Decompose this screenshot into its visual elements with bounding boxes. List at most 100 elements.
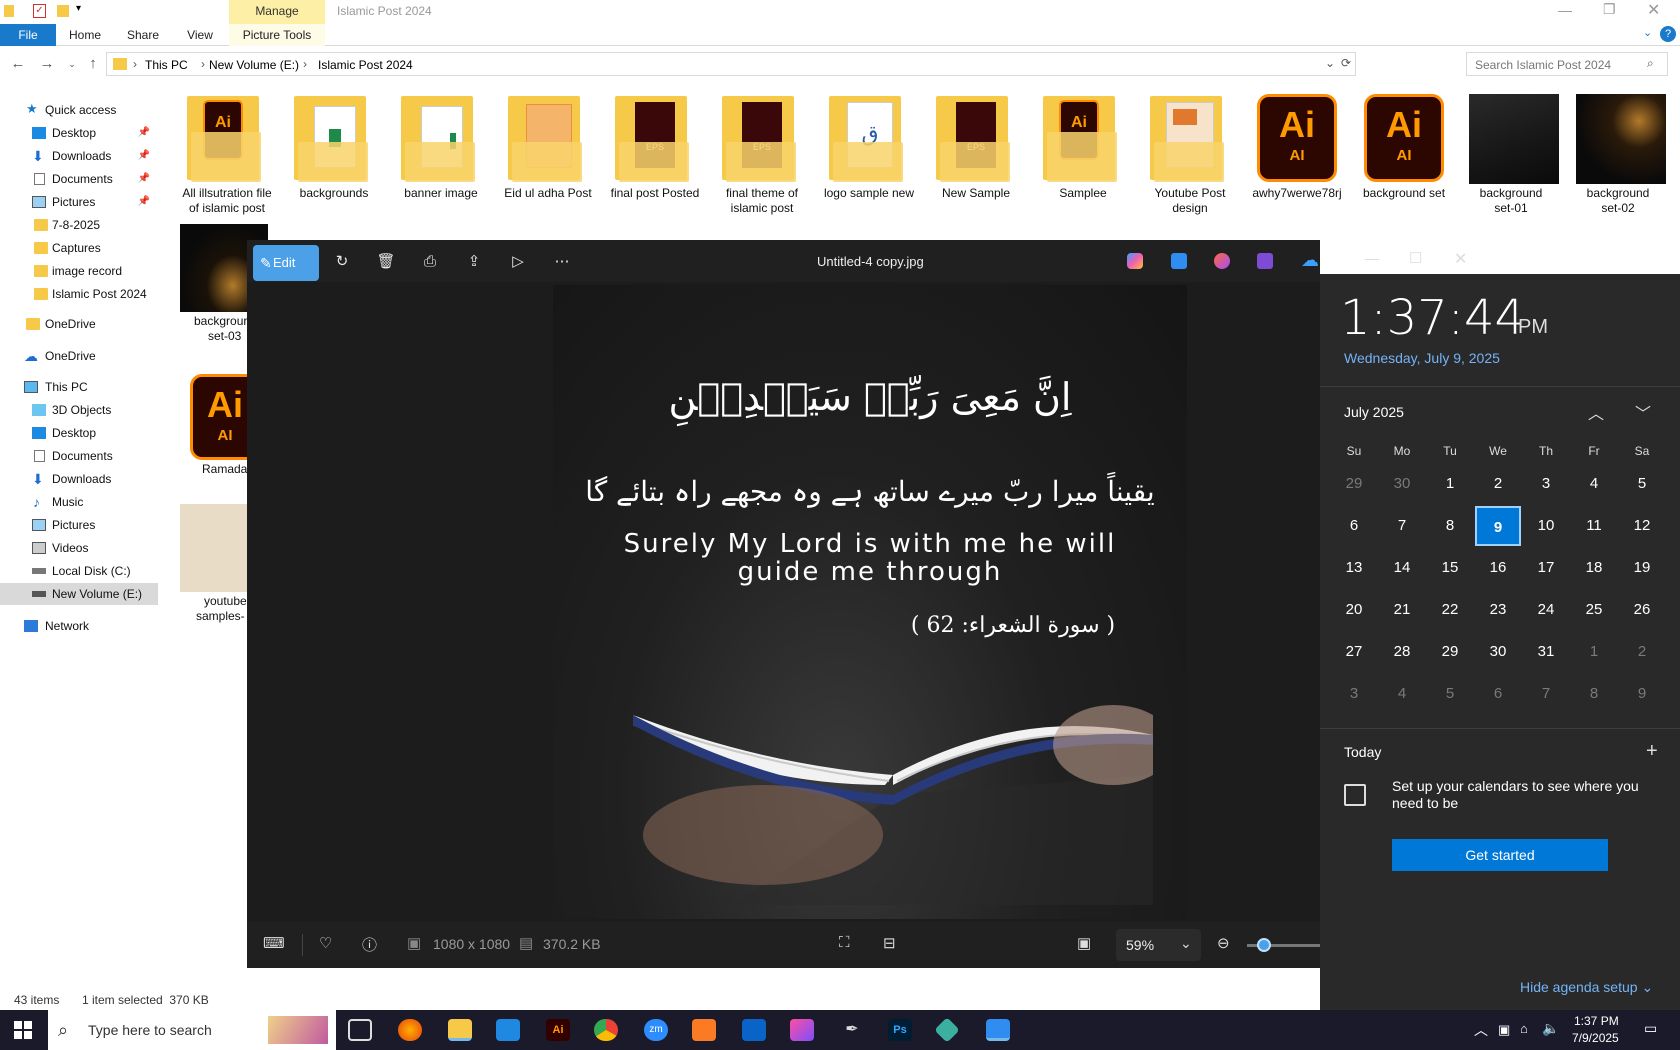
calendar-day[interactable]: 13 bbox=[1331, 548, 1377, 588]
calendar-day[interactable]: 31 bbox=[1523, 632, 1569, 672]
notification-icon[interactable]: ▭ bbox=[1644, 1020, 1657, 1037]
calendar-day[interactable]: 16 bbox=[1475, 548, 1521, 588]
calendar-day[interactable]: 30 bbox=[1475, 632, 1521, 672]
calendar-day[interactable]: 20 bbox=[1331, 590, 1377, 630]
sidebar-item-onedrive[interactable]: ☁ OneDrive bbox=[0, 345, 158, 367]
photos-app-icon[interactable] bbox=[986, 1019, 1010, 1041]
clock-time[interactable]: 1:37 PM bbox=[1574, 1014, 1619, 1028]
text-extract-icon[interactable]: ⊟ bbox=[883, 934, 896, 952]
xampp-icon[interactable] bbox=[692, 1019, 716, 1041]
month-label[interactable]: July 2025 bbox=[1344, 404, 1404, 420]
calendar-day[interactable]: 22 bbox=[1427, 590, 1473, 630]
sidebar-item-pc-documents[interactable]: Documents bbox=[0, 445, 158, 467]
calendar-day[interactable]: 25 bbox=[1571, 590, 1617, 630]
file-tile[interactable]: Youtube Post design bbox=[1138, 92, 1242, 216]
file-tile[interactable]: Ai AI background set bbox=[1352, 92, 1456, 201]
outlook-icon[interactable] bbox=[742, 1019, 766, 1041]
calendar-day[interactable]: 7 bbox=[1523, 674, 1569, 714]
edit-button[interactable]: ✎ Edit bbox=[253, 245, 319, 281]
maximize-button[interactable]: ☐ bbox=[1409, 249, 1422, 267]
delete-icon[interactable]: 🗑 bbox=[370, 246, 402, 278]
info-icon[interactable]: ⓘ bbox=[362, 934, 377, 955]
fit-to-window-icon[interactable]: ▣ bbox=[1077, 934, 1091, 952]
minimize-button[interactable]: — bbox=[1365, 250, 1379, 266]
sidebar-item-this-pc[interactable]: This PC bbox=[0, 376, 158, 398]
favorite-icon[interactable]: ♡ bbox=[319, 934, 332, 952]
file-tile[interactable]: EPS final theme of islamic post bbox=[710, 92, 814, 216]
calendar-day[interactable]: 30 bbox=[1379, 464, 1425, 504]
zoom-slider[interactable] bbox=[1247, 938, 1320, 952]
slideshow-icon[interactable]: ▷ bbox=[502, 246, 534, 278]
search-box[interactable]: Search Islamic Post 2024 ⌕ bbox=[1466, 52, 1668, 76]
file-tile[interactable]: banner image bbox=[389, 92, 493, 201]
creative-cloud-icon[interactable] bbox=[790, 1019, 814, 1041]
file-tile[interactable]: Ai Samplee bbox=[1031, 92, 1135, 201]
sidebar-item-network[interactable]: Network bbox=[0, 615, 158, 637]
file-tile[interactable]: background set-01 bbox=[1459, 92, 1563, 216]
sidebar-item-image-record[interactable]: image record bbox=[0, 260, 158, 282]
get-started-button[interactable]: Get started bbox=[1392, 839, 1608, 871]
tab-share[interactable]: Share bbox=[118, 24, 168, 46]
copilot-icon[interactable] bbox=[1127, 253, 1143, 269]
calendar-day[interactable]: 23 bbox=[1475, 590, 1521, 630]
more-icon[interactable]: ⋯ bbox=[546, 246, 578, 278]
rotate-icon[interactable]: ↻ bbox=[326, 246, 358, 278]
illustrator-icon[interactable]: Ai bbox=[546, 1019, 570, 1041]
file-tile[interactable]: EPS final post Posted bbox=[603, 92, 707, 201]
clock-date[interactable]: 7/9/2025 bbox=[1572, 1031, 1619, 1045]
add-event-icon[interactable]: + bbox=[1646, 740, 1658, 763]
sidebar-item-pictures[interactable]: Pictures 📌 bbox=[0, 191, 158, 213]
filmstrip-icon[interactable]: ⌨ bbox=[263, 934, 285, 952]
sidebar-item-new-volume[interactable]: New Volume (E:) bbox=[0, 583, 158, 605]
calendar-day[interactable]: 19 bbox=[1619, 548, 1665, 588]
sidebar-item-pc-downloads[interactable]: ⬇ Downloads bbox=[0, 468, 158, 490]
designer-icon[interactable] bbox=[1171, 253, 1187, 269]
volume-icon[interactable]: 🔈 bbox=[1542, 1020, 1559, 1037]
calendar-day[interactable]: 21 bbox=[1379, 590, 1425, 630]
hide-agenda-link[interactable]: Hide agenda setup ⌄ bbox=[1520, 979, 1653, 996]
sidebar-item-3d-objects[interactable]: 3D Objects bbox=[0, 399, 158, 421]
calendar-day[interactable]: 18 bbox=[1571, 548, 1617, 588]
file-tile[interactable]: youtube samples- bbox=[178, 502, 248, 624]
sidebar-item-videos[interactable]: Videos bbox=[0, 537, 158, 559]
tab-view[interactable]: View bbox=[178, 24, 222, 46]
zoom-slider-thumb[interactable] bbox=[1257, 938, 1271, 952]
sidebar-item-local-disk[interactable]: Local Disk (C:) bbox=[0, 560, 158, 582]
calendar-day[interactable]: 24 bbox=[1523, 590, 1569, 630]
file-tile[interactable]: Ai AI Ramadar bbox=[178, 372, 260, 477]
file-tile[interactable]: ق logo sample new bbox=[817, 92, 921, 201]
address-dropdown-icon[interactable]: ⌄ bbox=[1325, 56, 1335, 70]
app-diamond-icon[interactable] bbox=[934, 1017, 960, 1043]
address-bar[interactable]: › This PC › New Volume (E:) › Islamic Po… bbox=[106, 52, 1356, 76]
calendar-day[interactable]: 15 bbox=[1427, 548, 1473, 588]
recent-dropdown-icon[interactable]: ⌄ bbox=[62, 54, 82, 74]
sidebar-item-quick-access[interactable]: ★ Quick access bbox=[0, 99, 158, 121]
calendar-day[interactable]: 8 bbox=[1427, 506, 1473, 546]
network-icon[interactable]: ⌂ bbox=[1520, 1021, 1528, 1036]
image-canvas[interactable]: اِنَّ مَعِیَ رَبِّیۡ سَیَهۡدِیۡنِ یقیناً… bbox=[247, 282, 1320, 922]
sidebar-item-captures[interactable]: Captures bbox=[0, 237, 158, 259]
calendar-day[interactable]: 3 bbox=[1331, 674, 1377, 714]
breadcrumb-this-pc[interactable]: This PC bbox=[145, 58, 188, 72]
maximize-button[interactable]: ❐ bbox=[1603, 1, 1616, 18]
share-icon[interactable]: ⇪ bbox=[458, 246, 490, 278]
expand-ribbon-icon[interactable]: ⌄ bbox=[1643, 26, 1652, 39]
manage-tab[interactable]: Manage bbox=[229, 0, 325, 24]
tab-home[interactable]: Home bbox=[62, 24, 108, 46]
minimize-button[interactable]: — bbox=[1558, 2, 1572, 18]
file-tile[interactable]: Ai All illsutration file of islamic post bbox=[175, 92, 279, 216]
zoom-out-icon[interactable]: ⊖ bbox=[1217, 934, 1230, 952]
zoom-select[interactable]: 59% ⌄ bbox=[1116, 929, 1201, 961]
print-icon[interactable]: ⎙ bbox=[414, 246, 446, 278]
clipchamp-icon[interactable] bbox=[1257, 253, 1273, 269]
file-tile[interactable]: EPS New Sample bbox=[924, 92, 1028, 201]
help-icon[interactable]: ? bbox=[1660, 26, 1676, 42]
chrome-icon[interactable] bbox=[594, 1019, 618, 1041]
sidebar-item-documents[interactable]: Documents 📌 bbox=[0, 168, 158, 190]
sidebar-item-7-8-2025[interactable]: 7-8-2025 bbox=[0, 214, 158, 236]
photoshop-icon[interactable]: Ps bbox=[888, 1019, 912, 1041]
forward-icon[interactable]: → bbox=[37, 54, 57, 74]
sidebar-item-islamic-post-2024[interactable]: Islamic Post 2024 bbox=[0, 283, 158, 305]
tab-picture-tools[interactable]: Picture Tools bbox=[229, 24, 325, 46]
calendar-day-today[interactable]: 9 bbox=[1475, 506, 1521, 546]
